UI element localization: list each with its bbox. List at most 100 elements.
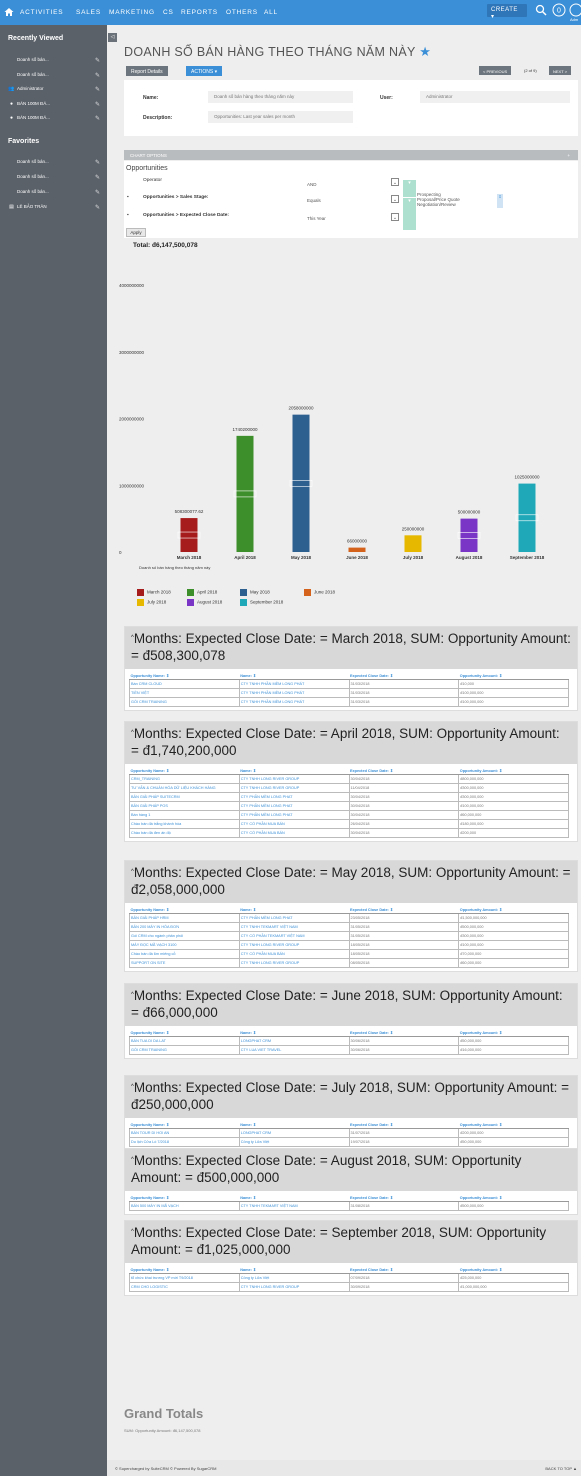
back-to-top-link[interactable]: BACK TO TOP ▲	[545, 1466, 577, 1471]
table-cell-link[interactable]: CTY PHẦN MỀM LONG PHAT	[238, 792, 350, 802]
legend-item[interactable]: September 2018	[240, 599, 283, 606]
column-header[interactable]: Opportunity Amount: ⇕	[458, 1029, 569, 1037]
close-date-select[interactable]: This Year ⌄	[304, 213, 399, 225]
legend-item[interactable]: May 2018	[240, 589, 270, 596]
operator-select[interactable]: AND ⌄	[304, 178, 399, 191]
table-cell-link[interactable]: CTY TNHH PHẦN MỀM LONG PHÁT	[238, 688, 350, 698]
column-header[interactable]: Opportunity Amount: ⇕	[458, 1266, 569, 1274]
table-cell-link[interactable]: CTY TNHH LONG RIVER GROUP	[238, 1282, 350, 1292]
table-cell-link[interactable]: CTY CỔ PHẦN MUA BÁN	[238, 949, 350, 959]
table-cell-link[interactable]: Công ty Lửa Việt	[238, 1273, 350, 1283]
column-header[interactable]: Name: ⇕	[239, 1194, 349, 1202]
column-header[interactable]: Expected Close Date: ⇕	[349, 1266, 459, 1274]
footer-credits[interactable]: © Supercharged by SuiteCRM © Powered By …	[115, 1466, 217, 1471]
table-cell-link[interactable]: Du lịch Cửa Lò 7/2018	[129, 1137, 240, 1147]
nav-sales[interactable]: SALES	[76, 9, 101, 16]
recent-item[interactable]: 👥 Administrator ✎	[8, 86, 104, 96]
table-cell-link[interactable]: CTY PHẦN MỀM LONG PHAT	[238, 913, 350, 923]
column-header[interactable]: Expected Close Date: ⇕	[349, 1029, 459, 1037]
actions-dropdown[interactable]: ACTIONS ▾	[186, 66, 223, 76]
table-cell-link[interactable]: CRM CHO LOGISTIC	[129, 1282, 240, 1292]
table-cell-link[interactable]: CTY LUA VIET TRAVEL	[238, 1045, 350, 1055]
nav-activities[interactable]: ACTIVITIES	[20, 9, 63, 16]
pencil-icon[interactable]: ✎	[95, 72, 100, 79]
table-cell-link[interactable]: BÁN TOUR DI HOI AN	[129, 1128, 240, 1138]
table-cell-link[interactable]: Chào bán đá trắng khánh hòa	[129, 819, 240, 829]
favorite-item[interactable]: ▤ LÊ BẢO TRÂN ✎	[8, 204, 104, 214]
table-cell-link[interactable]: GÓI CRM TRAINING	[129, 1045, 240, 1055]
search-icon[interactable]	[535, 4, 547, 16]
table-cell-link[interactable]: CTY TNHH PHẦN MỀM LONG PHÁT	[238, 697, 350, 707]
table-cell-link[interactable]: GÓI CRM TRAINING	[129, 697, 240, 707]
nav-reports[interactable]: REPORTS	[181, 9, 218, 16]
pencil-icon[interactable]: ✎	[95, 159, 100, 166]
collapse-sidebar-button[interactable]: ◁	[108, 33, 117, 42]
recent-item[interactable]: ● BÁN 100M ĐÁ... ✎	[8, 115, 104, 125]
group-heading[interactable]: ^Months: Expected Close Date: = April 20…	[125, 722, 577, 764]
table-cell-link[interactable]: CTY CỔ PHẦN MUA BÁN	[238, 819, 350, 829]
column-header[interactable]: Opportunity Amount: ⇕	[458, 672, 569, 680]
table-cell-link[interactable]: CRM_TRAINING	[129, 774, 240, 784]
column-header[interactable]: Name: ⇕	[239, 1029, 349, 1037]
expand-icon[interactable]: +	[567, 153, 570, 158]
column-header[interactable]: Name: ⇕	[239, 1121, 349, 1129]
table-cell-link[interactable]: Bán CRM CLOUD	[129, 679, 240, 689]
table-cell-link[interactable]: CTY PHẦN MỀM LONG PHAT	[238, 810, 350, 820]
pencil-icon[interactable]: ✎	[95, 174, 100, 181]
admin-label[interactable]: Adm	[570, 17, 578, 22]
column-header[interactable]: Opportunity Name: ⇕	[129, 672, 240, 680]
table-cell-link[interactable]: BÁN TUA DI DA LAT	[129, 1036, 240, 1046]
table-cell-link[interactable]: CTY TNHH LONG RIVER GROUP	[238, 783, 350, 793]
nav-others[interactable]: OTHERS	[226, 9, 258, 16]
next-button[interactable]: NEXT >	[549, 66, 572, 75]
favorite-item[interactable]: Doanh số bán... ✎	[8, 159, 104, 169]
group-heading[interactable]: ^Months: Expected Close Date: = May 2018…	[125, 861, 577, 903]
table-cell-link[interactable]: MÁY ĐỌC MÃ VẠCH 3100	[129, 940, 240, 950]
chevron-down-icon[interactable]: ⌄	[391, 178, 399, 186]
legend-item[interactable]: March 2018	[137, 589, 171, 596]
column-header[interactable]: Opportunity Name: ⇕	[129, 906, 240, 914]
sales-stage-operator-select[interactable]: Equals ⌄	[304, 195, 399, 207]
table-cell-link[interactable]: BẢN GIẢI PHÁP POS	[129, 801, 240, 811]
create-button[interactable]: CREATE ▾	[487, 4, 527, 20]
table-cell-link[interactable]: CTY CỔ PHẦN TEKMART VIỆT NAM	[238, 931, 350, 941]
table-cell-link[interactable]: Chào bán đá 6m miếng cỗ	[129, 949, 240, 959]
table-cell-link[interactable]: CTY TNHH LONG RIVER GROUP	[238, 774, 350, 784]
table-cell-link[interactable]: CTY TNHH LONG RIVER GROUP	[238, 940, 350, 950]
legend-item[interactable]: August 2018	[187, 599, 222, 606]
table-cell-link[interactable]: Công ty Lửa Việt	[238, 1137, 350, 1147]
chevron-down-icon[interactable]: ⌄	[391, 213, 399, 221]
table-cell-link[interactable]: CTY CỔ PHẦN MUA BÁN	[238, 828, 350, 838]
pencil-icon[interactable]: ✎	[95, 101, 100, 108]
column-header[interactable]: Opportunity Amount: ⇕	[458, 767, 569, 775]
column-header[interactable]: Expected Close Date: ⇕	[349, 1121, 459, 1129]
pencil-icon[interactable]: ✎	[95, 115, 100, 122]
table-cell-link[interactable]: BẢN 200 MÁY IN HÓA ĐƠN	[129, 922, 240, 932]
column-header[interactable]: Expected Close Date: ⇕	[349, 672, 459, 680]
legend-item[interactable]: April 2018	[187, 589, 217, 596]
table-cell-link[interactable]: tổ chức khai trương VP mới T9/2018	[129, 1273, 240, 1283]
group-heading[interactable]: ^Months: Expected Close Date: = July 201…	[125, 1076, 577, 1118]
recent-item[interactable]: ● BÁN 100M ĐÁ... ✎	[8, 101, 104, 111]
favorite-star-icon[interactable]: ★	[419, 44, 431, 59]
tab-report-details[interactable]: Report Details	[126, 66, 168, 76]
table-cell-link[interactable]: SUPPORT ON SITE	[129, 958, 240, 968]
green-toggle-button[interactable]: ▾	[403, 180, 416, 197]
column-header[interactable]: Opportunity Amount: ⇕	[458, 1194, 569, 1202]
pencil-icon[interactable]: ✎	[95, 189, 100, 196]
table-cell-link[interactable]: CTY PHẦN MỀM LONG PHAT	[238, 801, 350, 811]
nav-cs[interactable]: CS	[163, 9, 174, 16]
previous-button[interactable]: < PREVIOUS	[479, 66, 512, 75]
column-header[interactable]: Name: ⇕	[239, 672, 349, 680]
table-cell-link[interactable]: LONGPHAT CRM	[238, 1128, 350, 1138]
table-cell-link[interactable]: BẢN GIẢI PHÁP HRM	[129, 913, 240, 923]
nav-marketing[interactable]: MARKETING	[109, 9, 155, 16]
column-header[interactable]: Opportunity Name: ⇕	[129, 767, 240, 775]
column-header[interactable]: Opportunity Name: ⇕	[129, 1121, 240, 1129]
chart-options-bar[interactable]: CHART OPTIONS +	[124, 150, 578, 160]
table-cell-link[interactable]: LONGPHAT CRM	[238, 1036, 350, 1046]
group-heading[interactable]: ^Months: Expected Close Date: = June 201…	[125, 984, 577, 1026]
table-cell-link[interactable]: TƯ VẤN & CHUẨN HÓA DỮ LIỆU KHÁCH HÀNG	[129, 783, 240, 793]
column-header[interactable]: Opportunity Name: ⇕	[129, 1266, 240, 1274]
table-cell-link[interactable]: BẢN GIẢI PHÁP SUITECRM	[129, 792, 240, 802]
